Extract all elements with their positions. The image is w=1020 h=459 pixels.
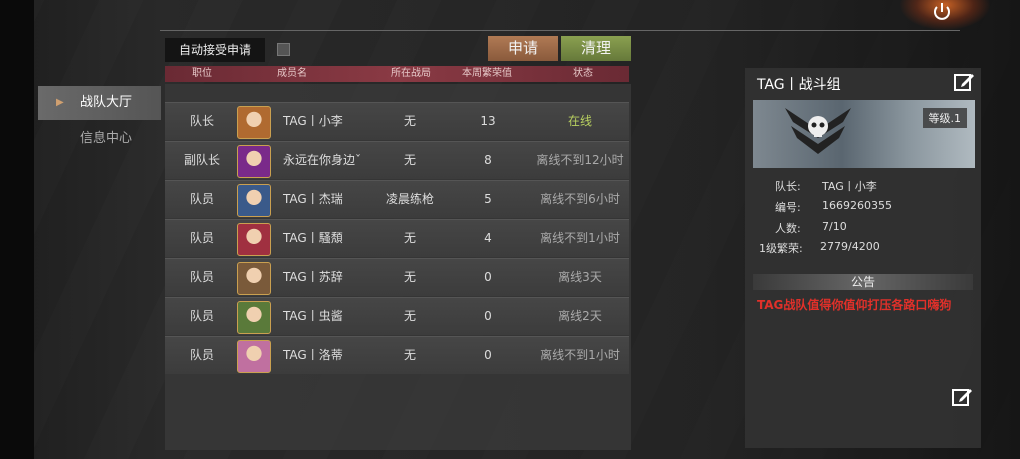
status-cell: 在线 [567, 114, 593, 128]
status-cell: 离线3天 [558, 270, 602, 284]
nav-item-label: 信息中心 [80, 131, 133, 146]
weekly-cell: 5 [484, 192, 492, 206]
prosperity-value: 2779/4200 [820, 240, 880, 253]
member-name: 永远在你身边ˇ [283, 153, 362, 167]
match-cell: 无 [403, 348, 417, 362]
screen-edge [0, 0, 34, 459]
avatar[interactable] [237, 184, 271, 217]
header-match: 所在战局 [391, 68, 431, 79]
team-info-panel: TAG丨战斗组 等级.1 队长: TAG丨小李 编号: 1669260355 人… [745, 68, 981, 448]
member-name: TAG丨騷頽 [283, 231, 343, 245]
count-value: 7/10 [822, 220, 847, 233]
member-table: 队长 TAG丨小李 无 13 在线 副队长 永远在你身边ˇ 无 8 离线不到12… [165, 84, 631, 450]
nav-item-team-hall[interactable]: ▶ 战队大厅 [38, 86, 161, 120]
weekly-cell: 13 [480, 114, 496, 128]
count-label: 人数: [775, 222, 801, 235]
edit-announcement-icon[interactable] [951, 386, 973, 408]
auto-accept-label: 自动接受申请 [179, 43, 252, 57]
auto-accept-label-box: 自动接受申请 [165, 38, 265, 62]
table-row[interactable]: 队员 TAG丨苏辞 无 0 离线3天 [165, 258, 629, 296]
status-cell: 离线不到1小时 [540, 231, 620, 245]
table-row[interactable]: 队员 TAG丨騷頽 无 4 离线不到1小时 [165, 219, 629, 257]
weekly-cell: 0 [484, 309, 492, 323]
match-cell: 无 [403, 270, 417, 284]
table-row[interactable]: 队长 TAG丨小李 无 13 在线 [165, 102, 629, 140]
status-cell: 离线2天 [558, 309, 602, 323]
apply-button[interactable]: 申请 [488, 36, 558, 61]
role-cell: 队员 [189, 270, 215, 284]
announcement-header: 公告 [753, 274, 973, 290]
status-cell: 离线不到6小时 [540, 192, 620, 206]
match-cell: 凌晨练枪 [385, 192, 435, 206]
weekly-cell: 8 [484, 153, 492, 167]
header-status: 状态 [573, 68, 593, 79]
role-cell: 队长 [189, 114, 215, 128]
avatar[interactable] [237, 340, 271, 373]
header-role: 职位 [192, 68, 212, 79]
clear-button[interactable]: 清理 [561, 36, 631, 61]
table-row[interactable]: 队员 TAG丨虫酱 无 0 离线2天 [165, 297, 629, 335]
table-row[interactable]: 副队长 永远在你身边ˇ 无 8 离线不到12小时 [165, 141, 629, 179]
avatar[interactable] [237, 223, 271, 256]
prosperity-label: 1级繁荣: [759, 242, 803, 255]
status-cell: 离线不到12小时 [536, 153, 624, 167]
avatar[interactable] [237, 262, 271, 295]
header-weekly: 本周繁荣值 [462, 68, 512, 79]
role-cell: 队员 [189, 309, 215, 323]
chevron-right-icon: ▶ [56, 97, 64, 108]
member-name: TAG丨虫酱 [283, 309, 343, 323]
weekly-cell: 0 [484, 270, 492, 284]
role-cell: 队员 [189, 231, 215, 245]
weekly-cell: 4 [484, 231, 492, 245]
level-badge: 等级.1 [922, 108, 967, 128]
member-name: TAG丨苏辞 [283, 270, 343, 284]
table-row[interactable]: 队员 TAG丨洛蒂 无 0 离线不到1小时 [165, 336, 629, 374]
member-name: TAG丨小李 [283, 114, 343, 128]
announcement-text: TAG战队值得你值仰打压各路口嗨狗 [757, 298, 952, 312]
table-header: 职位 成员名 所在战局 本周繁荣值 状态 [165, 66, 629, 82]
avatar[interactable] [237, 106, 271, 139]
match-cell: 无 [403, 231, 417, 245]
member-name: TAG丨洛蒂 [283, 348, 343, 362]
member-name: TAG丨杰瑞 [283, 192, 343, 206]
nav-item-label: 战队大厅 [80, 95, 133, 110]
nav-item-info-center[interactable]: 信息中心 [38, 122, 161, 156]
avatar[interactable] [237, 301, 271, 334]
skull-emblem-icon [785, 108, 851, 154]
table-row[interactable]: 队员 TAG丨杰瑞 凌晨练枪 5 离线不到6小时 [165, 180, 629, 218]
header-member: 成员名 [277, 68, 307, 79]
status-cell: 离线不到1小时 [540, 348, 620, 362]
captain-label: 队长: [775, 180, 801, 193]
team-banner: 等级.1 [753, 100, 975, 168]
role-cell: 队员 [189, 348, 215, 362]
edit-icon[interactable] [953, 71, 975, 93]
role-cell: 队员 [189, 192, 215, 206]
match-cell: 无 [403, 114, 417, 128]
auto-accept-checkbox[interactable] [277, 43, 290, 56]
captain-value: TAG丨小李 [822, 180, 877, 193]
id-label: 编号: [775, 201, 801, 214]
match-cell: 无 [403, 153, 417, 167]
role-cell: 副队长 [183, 153, 221, 167]
power-icon[interactable] [928, 0, 956, 24]
top-divider [160, 30, 960, 31]
match-cell: 无 [403, 309, 417, 323]
id-value: 1669260355 [822, 199, 892, 212]
avatar[interactable] [237, 145, 271, 178]
weekly-cell: 0 [484, 348, 492, 362]
team-title: TAG丨战斗组 [757, 77, 841, 93]
